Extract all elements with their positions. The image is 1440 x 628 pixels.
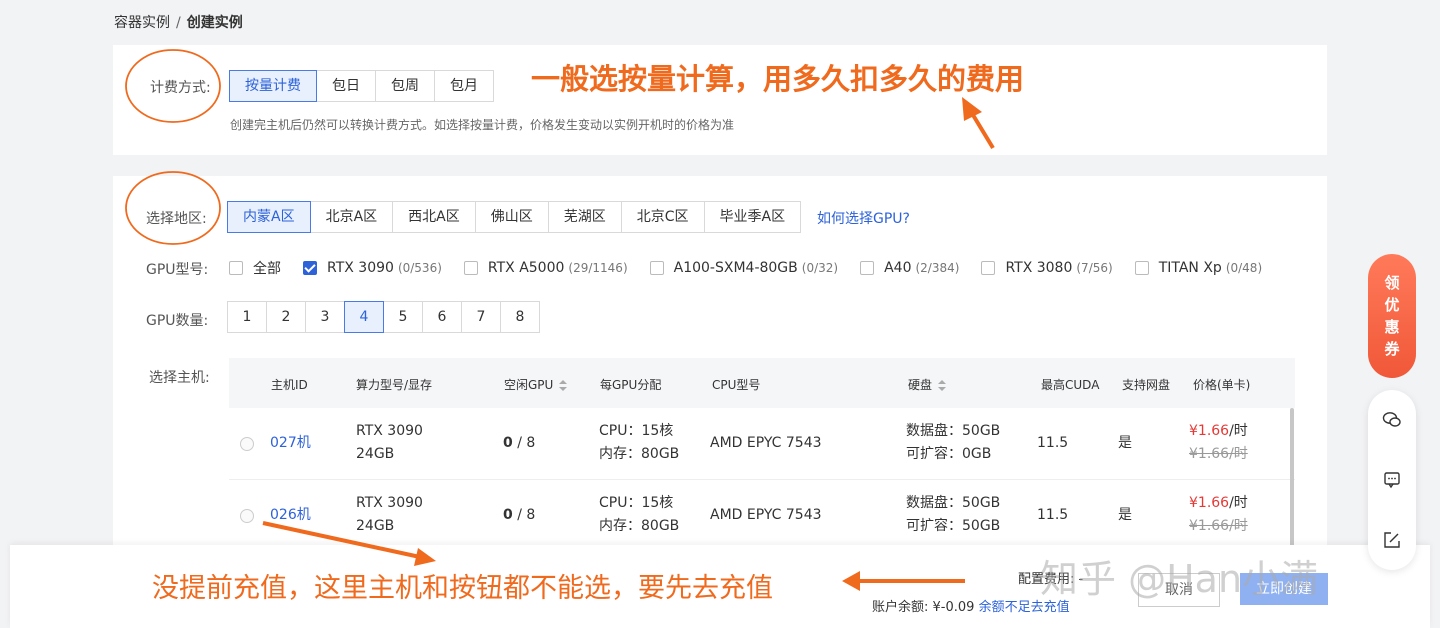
annotation-circle-region bbox=[125, 171, 221, 245]
billing-option-payg[interactable]: 按量计费 bbox=[229, 70, 317, 102]
annotation-top: 一般选按量计算，用多久扣多久的费用 bbox=[531, 62, 1025, 96]
arrow-icon bbox=[962, 97, 995, 150]
watermark: 知乎 @Han小满 bbox=[1040, 557, 1319, 601]
arrow-icon bbox=[842, 571, 965, 591]
region-option-neimeng-a[interactable]: 内蒙A区 bbox=[227, 201, 311, 233]
annotation-bottom: 没提前充值，这里主机和按钮都不能选，要先去充值 bbox=[152, 573, 773, 604]
gpu-count-4[interactable]: 4 bbox=[344, 301, 384, 333]
arrow-icon bbox=[262, 521, 436, 566]
annotation-circle-billing bbox=[125, 49, 221, 123]
